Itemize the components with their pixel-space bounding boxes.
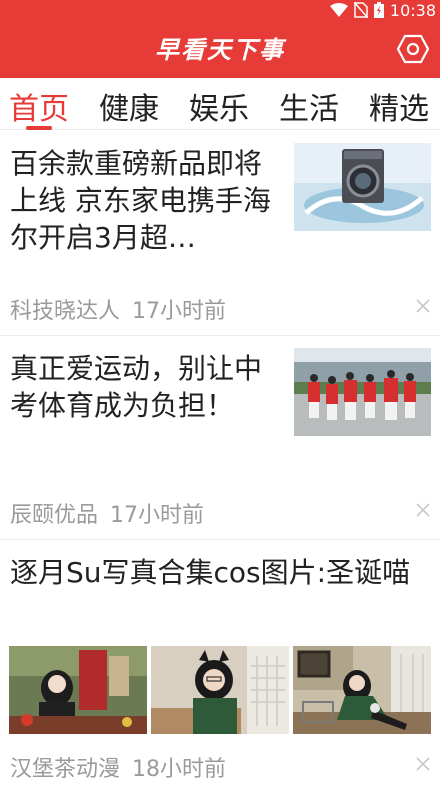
article-time: 17小时前 <box>110 503 205 528</box>
tab-life[interactable]: 生活 <box>279 84 339 128</box>
dismiss-icon[interactable] <box>414 297 432 315</box>
list-item[interactable]: 真正爱运动，别让中考体育成为负担！ 辰颐优品 17小时前 <box>0 336 440 540</box>
dismiss-icon[interactable] <box>414 501 432 519</box>
status-time: 10:38 <box>389 0 436 20</box>
tab-entertainment[interactable]: 娱乐 <box>189 84 249 128</box>
wifi-icon <box>329 3 348 17</box>
article-source: 汉堡茶动漫 <box>10 757 121 782</box>
article-meta: 科技晓达人 17小时前 <box>10 293 226 325</box>
tab-health[interactable]: 健康 <box>99 84 159 128</box>
settings-button[interactable] <box>396 32 430 66</box>
article-time: 17小时前 <box>132 299 227 324</box>
article-title[interactable]: 逐月Su写真合集cos图片:圣诞喵 <box>10 554 432 591</box>
active-tab-indicator <box>26 126 52 130</box>
article-source: 科技晓达人 <box>10 299 121 324</box>
tab-home[interactable]: 首页 <box>9 84 69 128</box>
no-sim-icon <box>353 2 368 18</box>
article-title[interactable]: 真正爱运动，别让中考体育成为负担！ <box>10 350 270 424</box>
article-title[interactable]: 百余款重磅新品即将上线 京东家电携手海尔开启3月超… <box>10 145 280 256</box>
app-header: 10:38 早看天下事 <box>0 0 440 78</box>
article-thumbnail[interactable] <box>293 646 431 734</box>
app-title: 早看天下事 <box>155 36 285 64</box>
category-tabs: 首页 健康 娱乐 生活 精选 <box>0 78 440 130</box>
list-item[interactable]: 百余款重磅新品即将上线 京东家电携手海尔开启3月超… 科技晓达人 17小时前 <box>0 131 440 336</box>
article-thumbnail[interactable] <box>294 348 431 436</box>
article-thumbnail[interactable] <box>294 143 431 231</box>
article-source: 辰颐优品 <box>10 503 99 528</box>
dismiss-icon[interactable] <box>414 755 432 773</box>
article-thumbnail[interactable] <box>151 646 289 734</box>
article-meta: 辰颐优品 17小时前 <box>10 497 204 529</box>
status-bar: 10:38 <box>0 0 440 20</box>
list-item[interactable]: 逐月Su写真合集cos图片:圣诞喵 汉堡茶动漫 18小时前 <box>0 540 440 787</box>
battery-charging-icon <box>373 2 384 18</box>
tab-featured[interactable]: 精选 <box>369 84 429 128</box>
article-time: 18小时前 <box>132 757 227 782</box>
article-meta: 汉堡茶动漫 18小时前 <box>10 751 226 783</box>
hexagon-settings-icon <box>397 34 429 64</box>
article-thumbnail[interactable] <box>9 646 147 734</box>
